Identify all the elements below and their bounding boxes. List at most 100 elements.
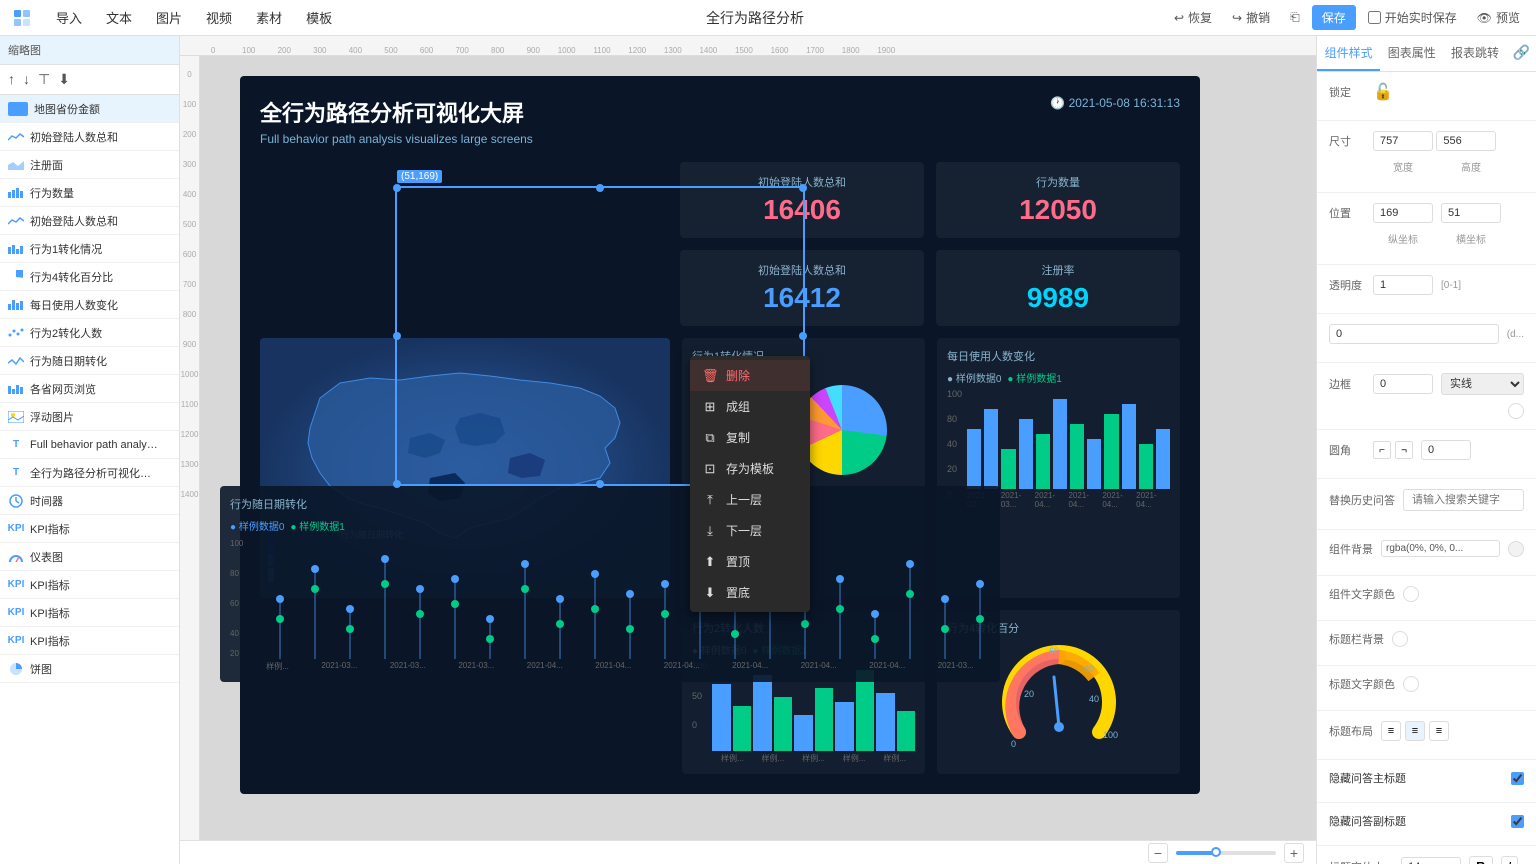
bar-6: [1070, 424, 1084, 489]
link-icon[interactable]: 🔗: [1507, 36, 1536, 71]
redo-button[interactable]: ↪ 撤销: [1224, 5, 1278, 30]
align-left-icon[interactable]: ≡: [1381, 721, 1401, 741]
ctx-send-to-back[interactable]: ⬇ 置底: [690, 577, 810, 608]
pos-labels-row: 纵坐标 横坐标: [1329, 231, 1524, 246]
title-bg-swatch[interactable]: [1392, 631, 1408, 647]
border-color-swatch[interactable]: [1508, 403, 1524, 419]
y-input[interactable]: [1441, 203, 1501, 223]
menu-image[interactable]: 图片: [144, 0, 194, 36]
sidebar-item-full-behavior[interactable]: T Full behavior path analysis...: [0, 431, 179, 459]
corner-handle-mr[interactable]: [799, 332, 807, 340]
menu-text[interactable]: 文本: [94, 0, 144, 36]
ctx-copy[interactable]: ⧉ 复制: [690, 422, 810, 453]
zoom-track[interactable]: [1176, 851, 1276, 855]
sidebar-item-page-views[interactable]: 各省网页浏览: [0, 375, 179, 403]
ctx-bring-forward[interactable]: ⤒ 上一层: [690, 484, 810, 515]
realtime-checkbox[interactable]: [1368, 11, 1381, 24]
tab-chart-props[interactable]: 图表属性: [1380, 36, 1443, 71]
layer-icon-bar4: [8, 381, 24, 397]
sidebar-item-map[interactable]: 地图省份金额: [0, 95, 179, 123]
corner-handle-ml[interactable]: [393, 332, 401, 340]
bg-color-swatch[interactable]: [1508, 541, 1524, 557]
realtime-label: 开始实时保存: [1385, 9, 1457, 26]
save-button[interactable]: 保存: [1312, 5, 1356, 30]
ctx-group[interactable]: ⊞ 成组: [690, 391, 810, 422]
ctx-delete[interactable]: 🗑 删除: [690, 360, 810, 391]
layer-icon-kpi1: KPI: [8, 521, 24, 537]
history-search[interactable]: [1403, 489, 1524, 511]
align-right-icon[interactable]: ≡: [1429, 721, 1449, 741]
panel-history-section: 替换历史问答: [1317, 479, 1536, 530]
bold-icon[interactable]: B: [1469, 856, 1492, 864]
ctx-bring-to-front[interactable]: ⬆ 置顶: [690, 546, 810, 577]
corner-handle-bm[interactable]: [596, 480, 604, 488]
sidebar-item-timer[interactable]: 时间器: [0, 487, 179, 515]
title-text-swatch[interactable]: [1403, 676, 1419, 692]
tab-component-style[interactable]: 组件样式: [1317, 36, 1380, 71]
rotate-input[interactable]: [1329, 324, 1499, 344]
menu-assets[interactable]: 素材: [244, 0, 294, 36]
zoom-thumb[interactable]: [1211, 847, 1221, 857]
radius-input[interactable]: [1421, 440, 1471, 460]
corner-tr-icon[interactable]: ¬: [1395, 441, 1413, 459]
menu-templates[interactable]: 模板: [294, 0, 344, 36]
tab-report-jump[interactable]: 报表跳转: [1443, 36, 1506, 71]
preview-button[interactable]: 👁 预览: [1469, 5, 1528, 30]
sidebar-item-behavior-daily[interactable]: 行为随日期转化: [0, 347, 179, 375]
layer-down-icon[interactable]: ↓: [23, 71, 30, 88]
share-button[interactable]: ⎗: [1282, 6, 1308, 29]
ruler-mark-0: 0: [180, 60, 199, 90]
b2-bar-1: [733, 706, 752, 751]
corner-handle-bl[interactable]: [393, 480, 401, 488]
sidebar-item-init-reg2[interactable]: 初始登陆人数总和: [0, 207, 179, 235]
menu-video[interactable]: 视频: [194, 0, 244, 36]
sidebar-item-kpi1[interactable]: KPI KPI指标: [0, 515, 179, 543]
corner-handle-tr[interactable]: [799, 184, 807, 192]
border-style-select[interactable]: 实线: [1441, 373, 1524, 395]
opacity-input[interactable]: [1373, 275, 1433, 295]
sidebar-item-float-img[interactable]: 浮动图片: [0, 403, 179, 431]
hide-main-checkbox[interactable]: [1511, 772, 1524, 785]
ctx-send-backward-label: 下一层: [726, 522, 762, 539]
menu-import[interactable]: 导入: [44, 0, 94, 36]
ctx-save-template[interactable]: ⊡ 存为模板: [690, 453, 810, 484]
layer-download-icon[interactable]: ⬇: [58, 71, 70, 88]
hide-sub-checkbox[interactable]: [1511, 815, 1524, 828]
italic-icon[interactable]: I: [1501, 856, 1519, 864]
title-layout-label: 标题布局: [1329, 723, 1373, 739]
panel-text-color-section: 组件文字颜色: [1317, 576, 1536, 621]
sidebar-item-daily-users[interactable]: 每日使用人数变化: [0, 291, 179, 319]
zoom-in-button[interactable]: +: [1284, 843, 1304, 863]
border-input[interactable]: [1373, 374, 1433, 394]
corner-handle-tl[interactable]: [393, 184, 401, 192]
corner-tl-icon[interactable]: ⌐: [1373, 441, 1391, 459]
ctx-send-backward[interactable]: ⤓ 下一层: [690, 515, 810, 546]
layer-label-kpi4: KPI指标: [30, 633, 70, 649]
sidebar-item-behavior1[interactable]: 行为1转化情况: [0, 235, 179, 263]
canvas-scroll[interactable]: 0 100 200 300 400 500 600 700 800 900 10…: [180, 56, 1316, 840]
sidebar-item-pie[interactable]: 饼图: [0, 655, 179, 683]
zoom-out-button[interactable]: −: [1148, 843, 1168, 863]
sidebar-item-init-reg[interactable]: 初始登陆人数总和: [0, 123, 179, 151]
sidebar-item-kpi3[interactable]: KPI KPI指标: [0, 599, 179, 627]
text-color-swatch[interactable]: [1403, 586, 1419, 602]
lock-icon[interactable]: 🔓: [1373, 82, 1393, 102]
x-input[interactable]: [1373, 203, 1433, 223]
height-input[interactable]: [1436, 131, 1496, 151]
corner-handle-tm[interactable]: [596, 184, 604, 192]
sidebar-item-kpi2[interactable]: KPI KPI指标: [0, 571, 179, 599]
layer-up-icon[interactable]: ↑: [8, 71, 15, 88]
undo-button[interactable]: ↩ 恢复: [1166, 5, 1220, 30]
align-center-icon[interactable]: ≡: [1405, 721, 1425, 741]
font-size-input[interactable]: [1401, 857, 1461, 864]
layer-lock-icon[interactable]: ⊤: [38, 71, 50, 88]
sidebar-item-behavior4pct[interactable]: 行为4转化百分比: [0, 263, 179, 291]
sidebar-item-register[interactable]: 注册面: [0, 151, 179, 179]
realtime-save-checkbox[interactable]: 开始实时保存: [1360, 5, 1465, 30]
sidebar-item-kpi4[interactable]: KPI KPI指标: [0, 627, 179, 655]
width-input[interactable]: [1373, 131, 1433, 151]
sidebar-item-gauge[interactable]: 仪表图: [0, 543, 179, 571]
sidebar-item-behavior2count[interactable]: 行为2转化人数: [0, 319, 179, 347]
sidebar-item-behavior-count[interactable]: 行为数量: [0, 179, 179, 207]
sidebar-item-main-title[interactable]: T 全行为路径分析可视化大屏: [0, 459, 179, 487]
